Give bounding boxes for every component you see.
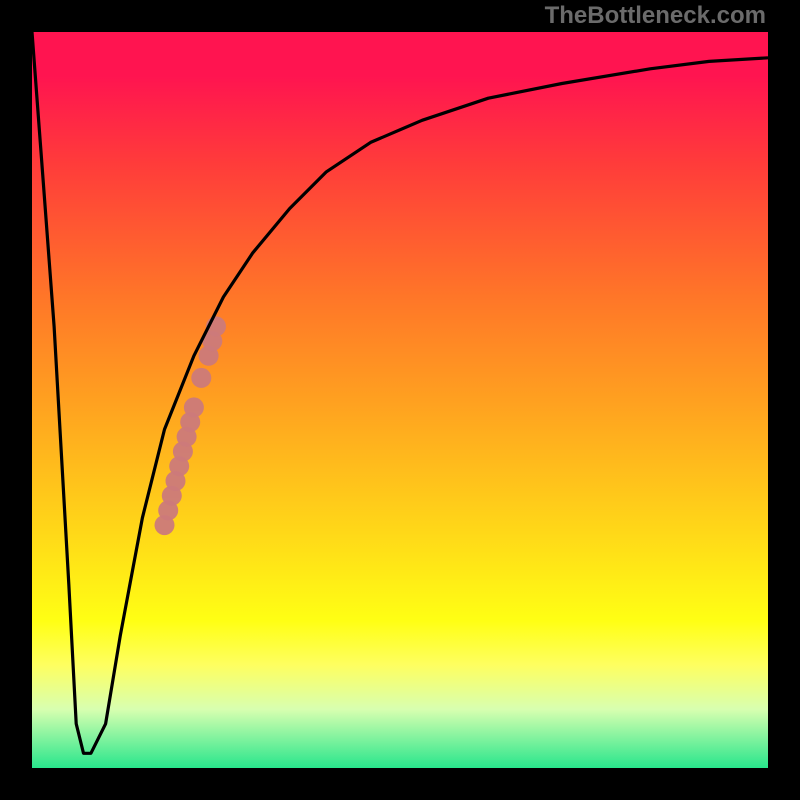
chart-container: TheBottleneck.com — [0, 0, 800, 800]
chart-svg — [32, 32, 768, 768]
bottleneck-curve — [32, 32, 768, 753]
cluster-point — [191, 368, 211, 388]
cluster-point — [184, 397, 204, 417]
watermark-label: TheBottleneck.com — [545, 2, 766, 30]
